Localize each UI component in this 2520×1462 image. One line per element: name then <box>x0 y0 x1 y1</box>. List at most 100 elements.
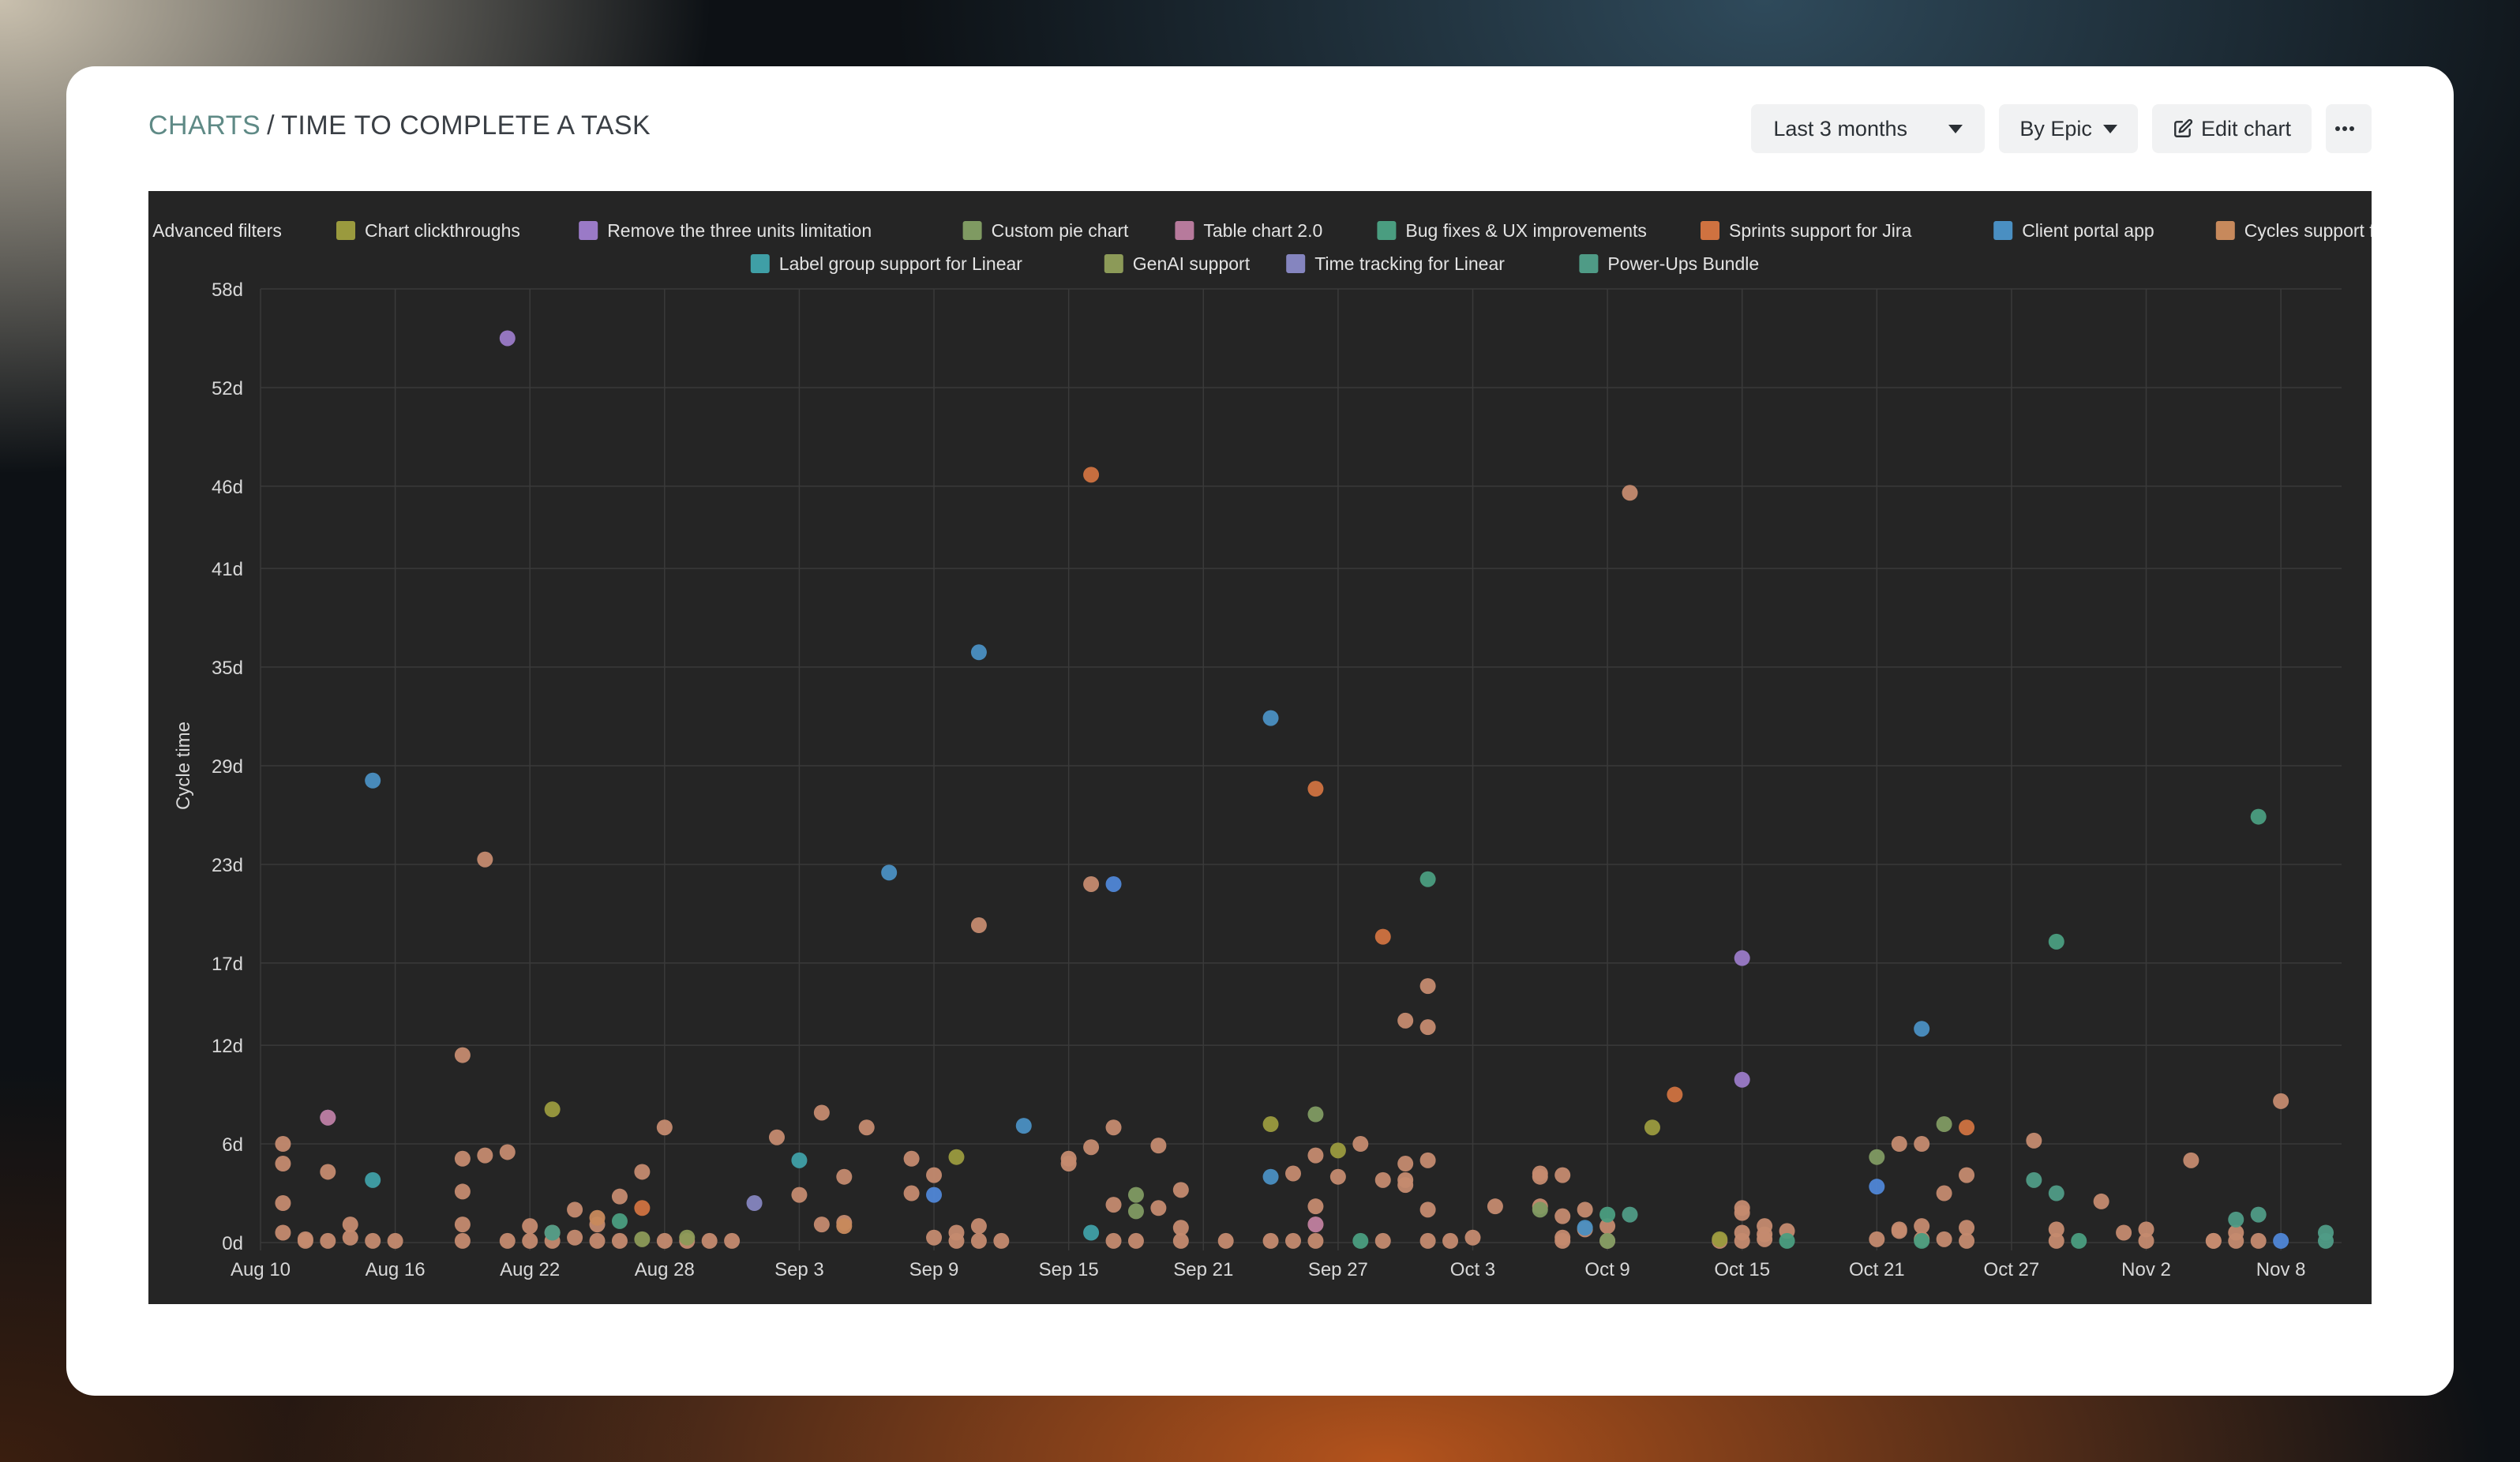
data-point[interactable] <box>2116 1224 2132 1241</box>
data-point[interactable] <box>1127 1203 1144 1220</box>
data-point[interactable] <box>297 1232 313 1249</box>
data-point[interactable] <box>342 1229 358 1246</box>
data-point[interactable] <box>454 1183 471 1200</box>
data-point[interactable] <box>2228 1211 2244 1228</box>
data-point[interactable] <box>1262 1232 1279 1249</box>
legend-item[interactable]: GenAI support <box>1104 253 1251 274</box>
data-point[interactable] <box>1307 781 1324 797</box>
data-point[interactable] <box>1419 1152 1436 1168</box>
data-point[interactable] <box>813 1216 830 1233</box>
data-point[interactable] <box>926 1186 943 1203</box>
data-point[interactable] <box>2183 1152 2199 1168</box>
data-point[interactable] <box>1869 1149 1885 1165</box>
data-point[interactable] <box>2048 933 2064 950</box>
data-point[interactable] <box>320 1164 336 1180</box>
data-point[interactable] <box>499 1144 516 1160</box>
data-point[interactable] <box>656 1119 673 1136</box>
data-point[interactable] <box>454 1150 471 1167</box>
data-point[interactable] <box>1487 1198 1503 1215</box>
data-point[interactable] <box>2093 1193 2109 1209</box>
data-point[interactable] <box>1217 1232 1234 1249</box>
data-point[interactable] <box>1622 1206 1638 1223</box>
data-point[interactable] <box>1532 1165 1548 1182</box>
data-point[interactable] <box>589 1209 606 1226</box>
data-point[interactable] <box>275 1195 291 1212</box>
data-point[interactable] <box>1644 1119 1660 1136</box>
data-point[interactable] <box>813 1104 830 1121</box>
data-point[interactable] <box>1015 1118 1032 1134</box>
data-point[interactable] <box>1105 1119 1122 1136</box>
data-point[interactable] <box>1419 978 1436 995</box>
data-point[interactable] <box>1307 1216 1324 1233</box>
data-point[interactable] <box>477 1147 493 1164</box>
data-point[interactable] <box>724 1232 741 1249</box>
data-point[interactable] <box>970 917 987 934</box>
data-point[interactable] <box>1734 1200 1750 1216</box>
data-point[interactable] <box>1397 1171 1414 1188</box>
data-point[interactable] <box>2026 1132 2042 1149</box>
legend-item[interactable]: Remove the three units limitation <box>579 220 872 241</box>
data-point[interactable] <box>769 1129 785 1145</box>
data-point[interactable] <box>544 1224 561 1241</box>
data-point[interactable] <box>1374 1232 1391 1249</box>
data-point[interactable] <box>970 1232 987 1249</box>
data-point[interactable] <box>1869 1179 1885 1195</box>
data-point[interactable] <box>365 1232 381 1249</box>
data-point[interactable] <box>1779 1232 1795 1249</box>
date-range-dropdown[interactable]: Last 3 months <box>1751 104 1986 153</box>
data-point[interactable] <box>1757 1231 1773 1247</box>
data-point[interactable] <box>320 1109 336 1126</box>
data-point[interactable] <box>2273 1093 2289 1109</box>
data-point[interactable] <box>1734 950 1750 966</box>
data-point[interactable] <box>1285 1165 1301 1182</box>
legend-item[interactable]: Power-Ups Bundle <box>1579 253 1759 274</box>
data-point[interactable] <box>1374 1171 1391 1188</box>
data-point[interactable] <box>454 1047 471 1063</box>
data-point[interactable] <box>1307 1198 1324 1215</box>
data-point[interactable] <box>1352 1136 1369 1153</box>
data-point[interactable] <box>1869 1231 1885 1247</box>
data-point[interactable] <box>926 1167 943 1183</box>
data-point[interactable] <box>544 1101 561 1118</box>
data-point[interactable] <box>634 1164 651 1180</box>
data-point[interactable] <box>2250 808 2267 825</box>
data-point[interactable] <box>1262 1116 1279 1133</box>
data-point[interactable] <box>611 1213 628 1229</box>
data-point[interactable] <box>1352 1232 1369 1249</box>
data-point[interactable] <box>903 1150 920 1167</box>
data-point[interactable] <box>387 1232 403 1249</box>
data-point[interactable] <box>1105 1197 1122 1213</box>
data-point[interactable] <box>522 1232 538 1249</box>
data-point[interactable] <box>1083 875 1100 892</box>
data-point[interactable] <box>656 1232 673 1249</box>
data-point[interactable] <box>1532 1201 1548 1218</box>
data-point[interactable] <box>1374 928 1391 945</box>
data-point[interactable] <box>881 864 898 881</box>
data-point[interactable] <box>1667 1086 1683 1103</box>
data-point[interactable] <box>1262 710 1279 726</box>
data-point[interactable] <box>634 1200 651 1216</box>
data-point[interactable] <box>1150 1200 1167 1216</box>
legend-item[interactable]: Sprints support for Jira <box>1701 220 1912 241</box>
data-point[interactable] <box>1554 1167 1571 1183</box>
data-point[interactable] <box>903 1185 920 1201</box>
data-point[interactable] <box>477 851 493 868</box>
data-point[interactable] <box>2205 1232 2222 1249</box>
data-point[interactable] <box>1172 1232 1189 1249</box>
data-point[interactable] <box>970 1218 987 1235</box>
data-point[interactable] <box>858 1119 875 1136</box>
data-point[interactable] <box>1083 467 1100 483</box>
data-point[interactable] <box>1060 1150 1077 1167</box>
data-point[interactable] <box>2048 1232 2064 1249</box>
edit-chart-button[interactable]: Edit chart <box>2151 104 2312 153</box>
data-point[interactable] <box>365 772 381 789</box>
data-point[interactable] <box>701 1232 718 1249</box>
data-point[interactable] <box>791 1186 808 1203</box>
data-point[interactable] <box>1419 1201 1436 1218</box>
data-point[interactable] <box>499 330 516 347</box>
data-point[interactable] <box>567 1229 583 1246</box>
data-point[interactable] <box>1554 1208 1571 1224</box>
data-point[interactable] <box>1083 1224 1100 1241</box>
data-point[interactable] <box>1172 1182 1189 1198</box>
data-point[interactable] <box>1307 1106 1324 1123</box>
